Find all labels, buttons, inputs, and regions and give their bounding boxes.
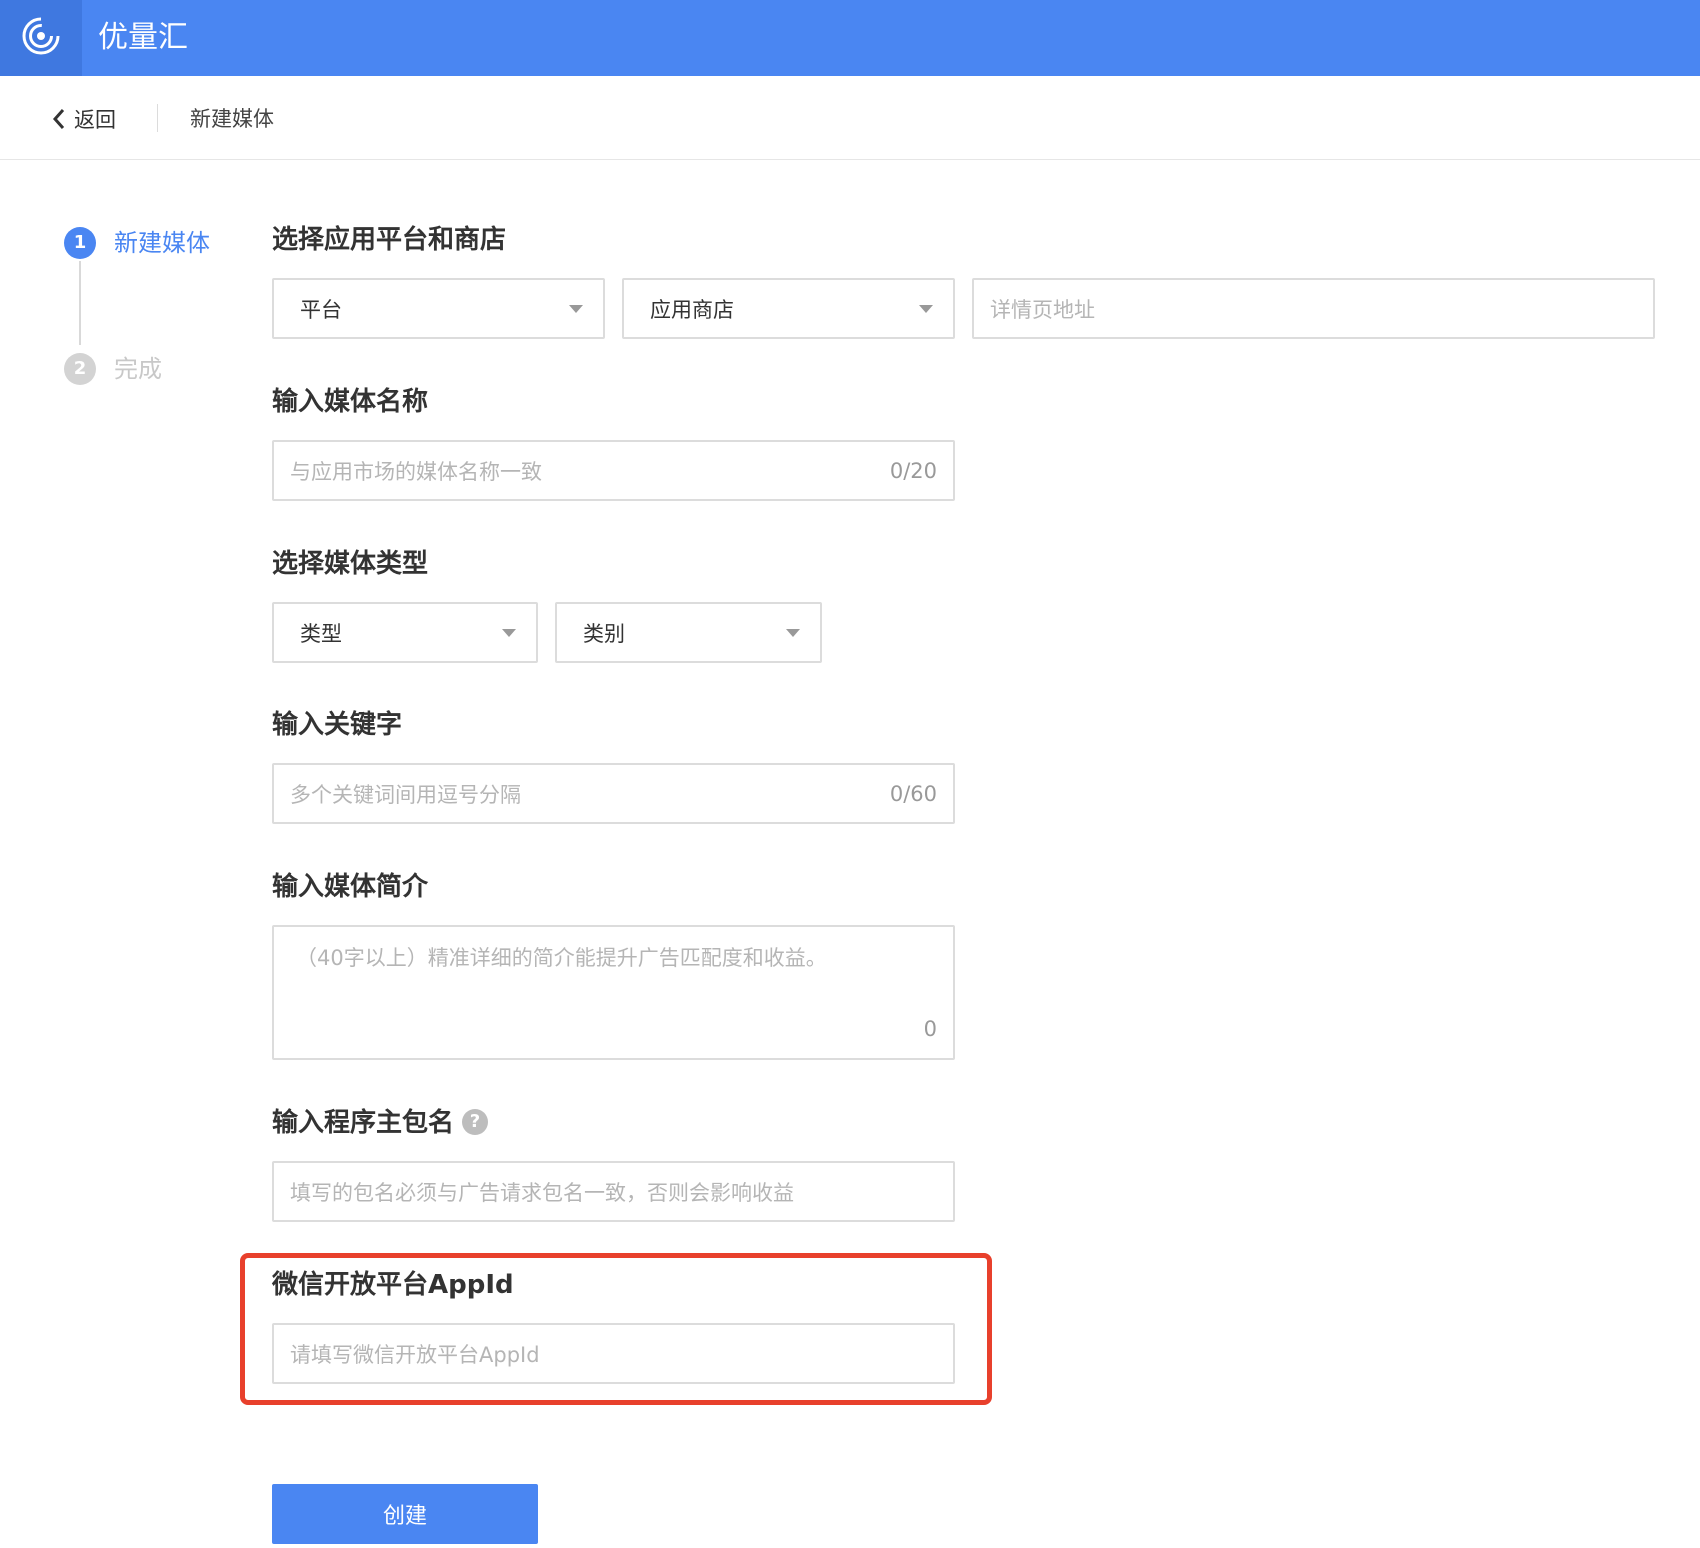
caret-down-icon [569,304,583,313]
keywords-placeholder: 多个关键词间用逗号分隔 [290,782,521,807]
step-2-indicator: 2 [64,353,96,385]
back-label: 返回 [74,108,116,132]
step-1-indicator: 1 [64,227,96,259]
top-navbar: 优量汇 [0,0,1700,76]
category-select-value: 类别 [583,621,625,646]
media-name-counter: 0/20 [889,458,937,483]
wechat-appid-title: 微信开放平台AppId [272,1270,514,1300]
keywords-title: 输入关键字 [272,710,403,740]
caret-down-icon [502,628,516,637]
platform-select-value: 平台 [300,297,342,322]
category-select[interactable]: 类别 [555,602,822,663]
sub-header: 返回 新建媒体 [0,76,1700,160]
platform-select[interactable]: 平台 [272,278,605,339]
target-logo-icon [21,16,61,60]
package-input[interactable]: 填写的包名必须与广告请求包名一致，否则会影响收益 [272,1161,955,1222]
divider [157,104,158,132]
media-name-placeholder: 与应用市场的媒体名称一致 [290,459,542,484]
type-select[interactable]: 类型 [272,602,538,663]
keywords-counter: 0/60 [889,781,937,806]
question-circle-icon[interactable]: ? [462,1108,489,1135]
logo[interactable] [0,0,82,76]
back-button[interactable]: 返回 [52,104,116,134]
chevron-left-icon [52,104,74,134]
breadcrumb: 新建媒体 [190,107,274,131]
package-title: 输入程序主包名? [272,1105,489,1141]
create-button[interactable]: 创建 [272,1484,538,1544]
media-type-title: 选择媒体类型 [272,549,429,579]
caret-down-icon [919,304,933,313]
wechat-appid-input[interactable]: 请填写微信开放平台AppId [272,1323,955,1384]
intro-title: 输入媒体简介 [272,872,429,902]
step-connector [79,261,81,345]
package-title-text: 输入程序主包名 [272,1108,455,1138]
step-2-label: 完成 [114,355,162,383]
store-select[interactable]: 应用商店 [622,278,955,339]
detail-url-input[interactable]: 详情页地址 [972,278,1655,339]
intro-textarea[interactable]: （40字以上）精准详细的简介能提升广告匹配度和收益。 0 [272,925,955,1060]
brand-name: 优量汇 [98,20,188,55]
package-placeholder: 填写的包名必须与广告请求包名一致，否则会影响收益 [290,1180,794,1205]
type-select-value: 类型 [300,621,342,646]
media-name-title: 输入媒体名称 [272,387,429,417]
store-select-value: 应用商店 [650,297,734,322]
media-name-input[interactable]: 与应用市场的媒体名称一致 0/20 [272,440,955,501]
keywords-input[interactable]: 多个关键词间用逗号分隔 0/60 [272,763,955,824]
step-1-label: 新建媒体 [114,229,210,257]
intro-counter: 0 [923,1017,937,1041]
platform-section-title: 选择应用平台和商店 [272,225,507,255]
caret-down-icon [786,628,800,637]
wechat-appid-placeholder: 请填写微信开放平台AppId [290,1342,540,1367]
intro-placeholder: （40字以上）精准详细的简介能提升广告匹配度和收益。 [296,946,827,970]
detail-url-placeholder: 详情页地址 [990,297,1095,322]
